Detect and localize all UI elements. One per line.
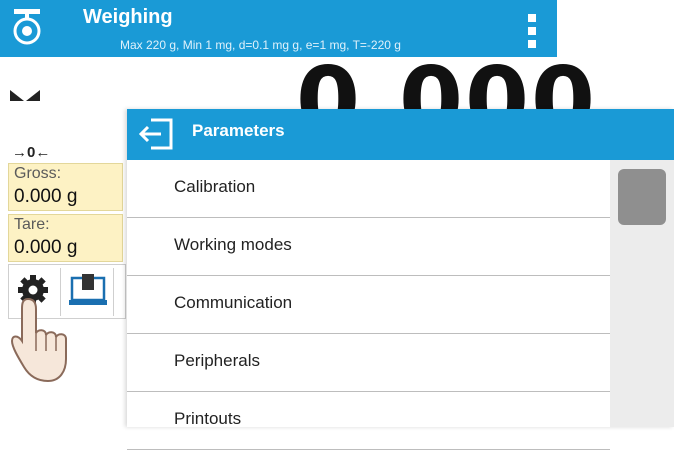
parameters-list: Calibration Working modes Communication … bbox=[127, 160, 610, 450]
zero-indicator: →0← bbox=[12, 144, 51, 161]
stability-indicator-icon bbox=[10, 90, 40, 101]
app-title: Weighing bbox=[83, 6, 173, 28]
list-item-label: Printouts bbox=[174, 409, 242, 428]
panel-title: Parameters bbox=[192, 121, 285, 140]
parameters-header: Parameters bbox=[127, 109, 674, 160]
tare-box: Tare: 0.000 g bbox=[8, 214, 123, 262]
list-item-communication[interactable]: Communication bbox=[127, 276, 610, 334]
back-exit-icon[interactable] bbox=[137, 118, 173, 150]
list-item-calibration[interactable]: Calibration bbox=[127, 160, 610, 218]
list-item-printouts[interactable]: Printouts bbox=[127, 392, 610, 450]
list-item-label: Communication bbox=[174, 293, 293, 312]
scroll-thumb[interactable] bbox=[618, 169, 666, 225]
list-item-working-modes[interactable]: Working modes bbox=[127, 218, 610, 276]
list-item-label: Calibration bbox=[174, 177, 256, 196]
parameters-panel: Parameters Calibration Working modes Com… bbox=[127, 109, 674, 450]
gross-box: Gross: 0.000 g bbox=[8, 163, 123, 211]
tare-value: 0.000 g bbox=[14, 237, 78, 258]
gross-label: Gross: bbox=[14, 165, 62, 182]
hand-pointer-icon bbox=[10, 297, 67, 383]
scrollbar[interactable] bbox=[610, 160, 674, 427]
tare-label: Tare: bbox=[14, 216, 50, 233]
scale-logo-icon[interactable] bbox=[13, 8, 41, 46]
list-item-label: Peripherals bbox=[174, 351, 260, 370]
vertical-dots-icon[interactable] bbox=[528, 14, 536, 48]
gross-value: 0.000 g bbox=[14, 186, 78, 207]
list-item-label: Working modes bbox=[174, 235, 292, 254]
list-item-peripherals[interactable]: Peripherals bbox=[127, 334, 610, 392]
